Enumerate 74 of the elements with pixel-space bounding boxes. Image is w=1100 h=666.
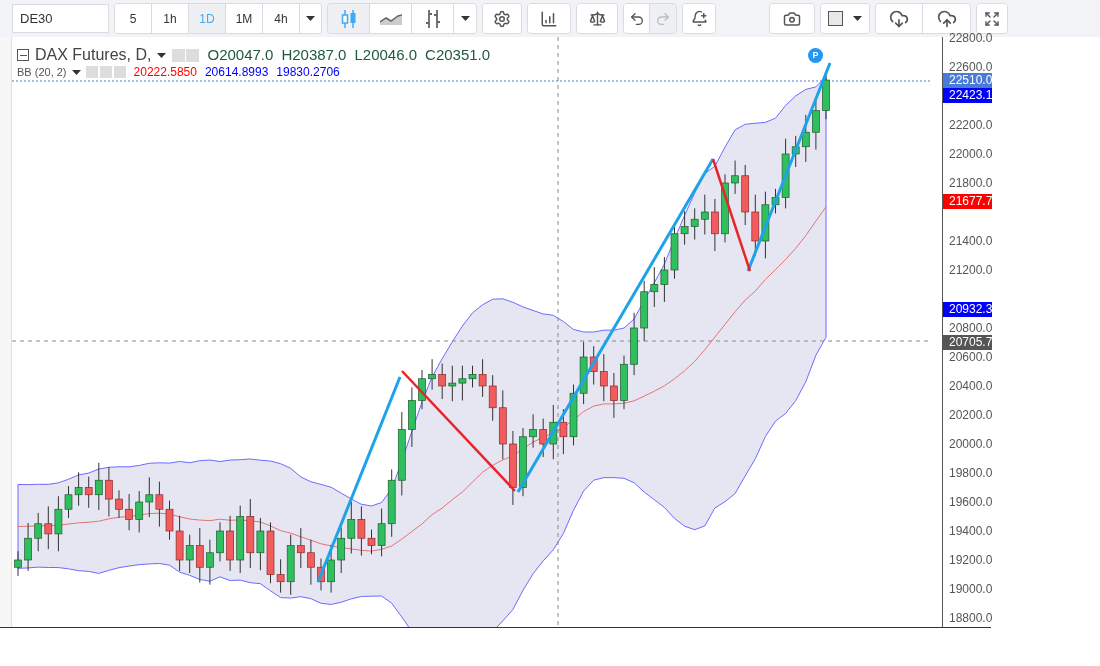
interval-button[interactable]: 5	[115, 4, 152, 33]
price-label: 20200.0	[949, 408, 993, 422]
settings-button[interactable]	[483, 4, 521, 33]
undo-icon	[628, 10, 645, 27]
price-label: 19000.0	[949, 582, 993, 596]
indicator-value: 20222.5850	[133, 66, 197, 78]
chart-type-button[interactable]	[370, 4, 412, 33]
price-label: 21800.0	[949, 176, 993, 190]
price-label: 22600.0	[949, 60, 993, 74]
chart-title: DAX Futures, D,	[35, 46, 152, 64]
camera-icon	[783, 9, 801, 28]
color-button[interactable]	[821, 4, 869, 33]
trend-line[interactable]	[746, 62, 832, 272]
chart-type-button[interactable]	[412, 4, 454, 33]
price-badge: 22510.0	[943, 73, 992, 88]
compare-button[interactable]	[577, 4, 617, 33]
candlestick-icon	[340, 8, 357, 29]
ohlc-value: H20387.0	[281, 46, 347, 64]
price-label: 21200.0	[949, 263, 993, 277]
caret-icon	[306, 16, 315, 21]
trend-line[interactable]	[516, 158, 715, 493]
indicator-value: 20614.8993	[204, 66, 269, 78]
price-label: 22800.0	[949, 31, 993, 45]
redo-icon	[655, 10, 671, 27]
alert-button[interactable]	[683, 4, 715, 33]
area-chart-icon	[379, 12, 402, 25]
square-icon	[828, 11, 843, 26]
price-label: 19600.0	[949, 495, 993, 509]
bell-plus-icon	[690, 10, 708, 27]
symbol-field[interactable]: DE30	[12, 4, 109, 33]
caret-icon	[460, 16, 470, 21]
bar-chart-icon	[540, 9, 558, 28]
price-label: 20000.0	[949, 437, 993, 451]
snapshot-button[interactable]	[770, 4, 814, 33]
price-label: 20800.0	[949, 321, 993, 335]
ohlc-value: C20351.0	[425, 46, 491, 64]
price-label: 20600.0	[949, 350, 993, 364]
price-badge: 22423.1	[943, 88, 992, 103]
chart-type-dropdown[interactable]	[454, 4, 476, 33]
price-badge: 20932.3	[943, 302, 992, 317]
price-label: 20400.0	[949, 379, 993, 393]
cloud-upload-icon	[936, 8, 957, 29]
fullscreen-button[interactable]	[977, 4, 1007, 33]
price-label: 22200.0	[949, 118, 993, 132]
indicator-name: BB (20, 2)	[17, 66, 67, 78]
trend-line[interactable]	[711, 158, 752, 272]
price-label: 19200.0	[949, 553, 993, 567]
trend-line[interactable]	[316, 376, 402, 583]
indicator-value: 19830.2706	[276, 66, 340, 78]
price-label: 19400.0	[949, 524, 993, 538]
caret-icon	[853, 16, 862, 21]
price-badge: 20705.7	[943, 335, 992, 350]
collapse-icon[interactable]	[17, 49, 29, 61]
ohlc-value: L20046.0	[354, 46, 418, 64]
indicators-button[interactable]	[528, 4, 570, 33]
bar-chart-icon	[424, 8, 441, 29]
interval-button[interactable]: 1h	[152, 4, 189, 33]
trend-line[interactable]	[401, 370, 516, 492]
load-button[interactable]	[876, 4, 923, 33]
fullscreen-icon	[984, 10, 1000, 27]
undo-button[interactable]	[624, 4, 650, 33]
price-label: 22000.0	[949, 147, 993, 161]
cloud-download-icon	[889, 8, 909, 29]
price-badge: 21677.7	[943, 194, 992, 209]
interval-dropdown[interactable]	[300, 4, 321, 33]
price-label: 21400.0	[949, 234, 993, 248]
save-button[interactable]	[923, 4, 970, 33]
price-label: 19800.0	[949, 466, 993, 480]
interval-button[interactable]: 1M	[226, 4, 263, 33]
caret-icon	[157, 52, 167, 58]
price-label: 18800.0	[949, 611, 993, 625]
interval-button[interactable]: 4h	[263, 4, 300, 33]
ohlc-value: O20047.0	[207, 46, 274, 64]
scales-icon	[588, 10, 606, 27]
